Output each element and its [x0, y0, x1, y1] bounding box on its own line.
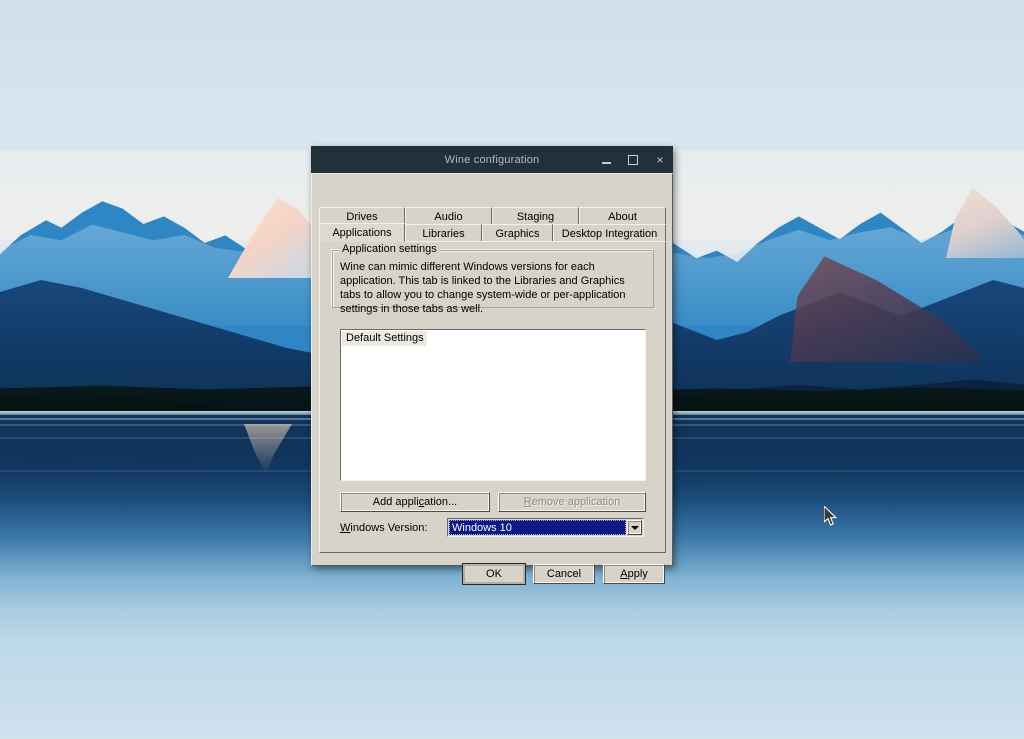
applications-listbox[interactable]: Default Settings — [340, 329, 646, 481]
tab-label: Applications — [332, 226, 392, 239]
application-settings-description: Wine can mimic different Windows version… — [340, 261, 626, 315]
remove-application-label: Remove application — [523, 496, 621, 508]
windows-version-combobox[interactable]: Windows 10 — [447, 518, 644, 537]
apply-button[interactable]: Apply — [603, 564, 665, 584]
tab-desktop-integration[interactable]: Desktop Integration — [553, 224, 666, 242]
chevron-down-icon[interactable] — [627, 520, 642, 535]
list-item[interactable]: Default Settings — [342, 331, 427, 346]
tab-applications[interactable]: Applications — [319, 223, 405, 242]
cancel-button[interactable]: Cancel — [533, 564, 595, 584]
ok-label: OK — [486, 568, 502, 580]
window-body: Drives Audio Staging About Applications … — [311, 173, 673, 584]
minimize-icon[interactable] — [599, 153, 613, 167]
tab-label: Staging — [516, 211, 555, 223]
tab-label: Graphics — [495, 227, 540, 240]
window-titlebar[interactable]: Wine configuration × — [311, 146, 673, 173]
close-icon[interactable]: × — [653, 153, 667, 167]
application-settings-group-label: Application settings — [339, 243, 440, 255]
add-application-button[interactable]: Add application... — [340, 492, 490, 512]
tab-row-bottom: Applications Libraries Graphics Desktop … — [319, 223, 666, 242]
tab-libraries[interactable]: Libraries — [405, 224, 482, 242]
tab-label: Drives — [346, 211, 378, 223]
window-title: Wine configuration — [444, 153, 540, 166]
window-controls: × — [599, 146, 667, 173]
windows-version-value[interactable]: Windows 10 — [449, 520, 626, 535]
remove-application-button: Remove application — [498, 492, 646, 512]
tab-label: Libraries — [422, 227, 465, 240]
tab-label: Audio — [434, 211, 463, 223]
maximize-icon[interactable] — [626, 153, 640, 167]
tab-label: About — [608, 211, 637, 223]
tab-label: Desktop Integration — [561, 227, 658, 240]
tab-graphics[interactable]: Graphics — [482, 224, 553, 242]
add-application-label: Add application... — [372, 496, 458, 508]
windows-version-label: Windows Version: — [340, 522, 428, 534]
wine-configuration-window[interactable]: Wine configuration × Drives Audio Stagin… — [311, 146, 673, 584]
ok-button[interactable]: OK — [463, 564, 525, 584]
apply-label: Apply — [620, 568, 648, 580]
cancel-label: Cancel — [546, 568, 582, 580]
